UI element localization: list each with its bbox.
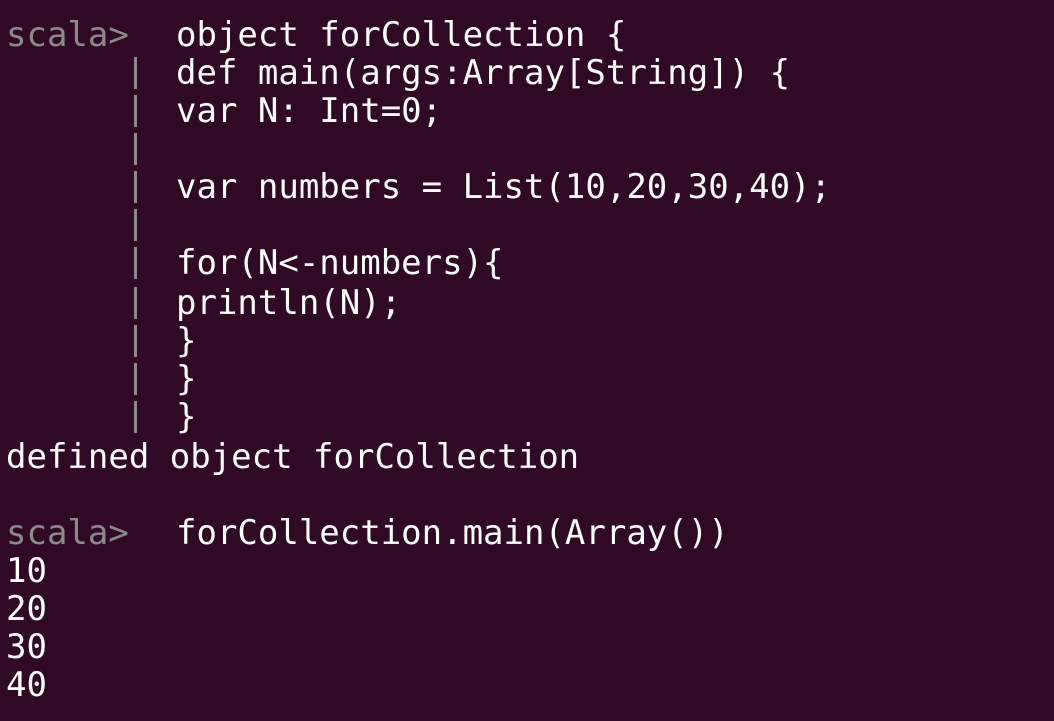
result-line: defined object forCollection <box>6 437 580 477</box>
code-line: } <box>176 359 197 399</box>
terminal-line: scala> object forCollection { <box>6 16 626 54</box>
terminal-line: 40 <box>6 666 88 704</box>
output-line: 30 <box>6 627 47 667</box>
continuation-bar <box>134 171 137 203</box>
code-line: def main(args:Array[String]) { <box>176 53 791 93</box>
code-line: } <box>176 321 197 361</box>
code-line: } <box>176 397 197 437</box>
command-line: forCollection.main(Array()) <box>176 513 729 553</box>
code-line: println(N); <box>176 283 402 323</box>
continuation-bar <box>134 363 137 395</box>
continuation-bar <box>134 209 137 241</box>
terminal-line: } <box>6 398 196 436</box>
scala-prompt: scala> <box>6 15 129 55</box>
terminal-line: scala> forCollection.main(Array()) <box>6 514 729 552</box>
continuation-bar <box>134 95 137 127</box>
output-line: 20 <box>6 589 47 629</box>
code-line: var N: Int=0; <box>176 91 443 131</box>
continuation-bar <box>134 57 137 89</box>
continuation-bar <box>134 133 137 165</box>
continuation-bar <box>134 247 137 279</box>
continuation-bar <box>134 287 137 319</box>
code-line: object forCollection { <box>176 15 627 55</box>
code-line: var numbers = List(10,20,30,40); <box>176 167 832 207</box>
code-line: for(N<-numbers){ <box>176 243 504 283</box>
terminal-line: 20 <box>6 590 88 628</box>
terminal-line: } <box>6 360 196 398</box>
terminal-window[interactable]: scala> object forCollection { def main(a… <box>0 0 1054 721</box>
terminal-line: } <box>6 322 196 360</box>
terminal-line <box>6 206 137 244</box>
terminal-line: def main(args:Array[String]) { <box>6 54 790 92</box>
terminal-line: println(N); <box>6 284 401 322</box>
terminal-line: 30 <box>6 628 88 666</box>
terminal-line <box>6 130 137 168</box>
terminal-line: var N: Int=0; <box>6 92 442 130</box>
terminal-line: 10 <box>6 552 88 590</box>
continuation-bar <box>134 401 137 433</box>
output-line: 10 <box>6 551 47 591</box>
terminal-line: for(N<-numbers){ <box>6 244 504 282</box>
output-line: 40 <box>6 665 47 705</box>
continuation-bar <box>134 325 137 357</box>
terminal-line: defined object forCollection <box>6 438 579 476</box>
terminal-line: var numbers = List(10,20,30,40); <box>6 168 831 206</box>
scala-prompt: scala> <box>6 513 129 553</box>
